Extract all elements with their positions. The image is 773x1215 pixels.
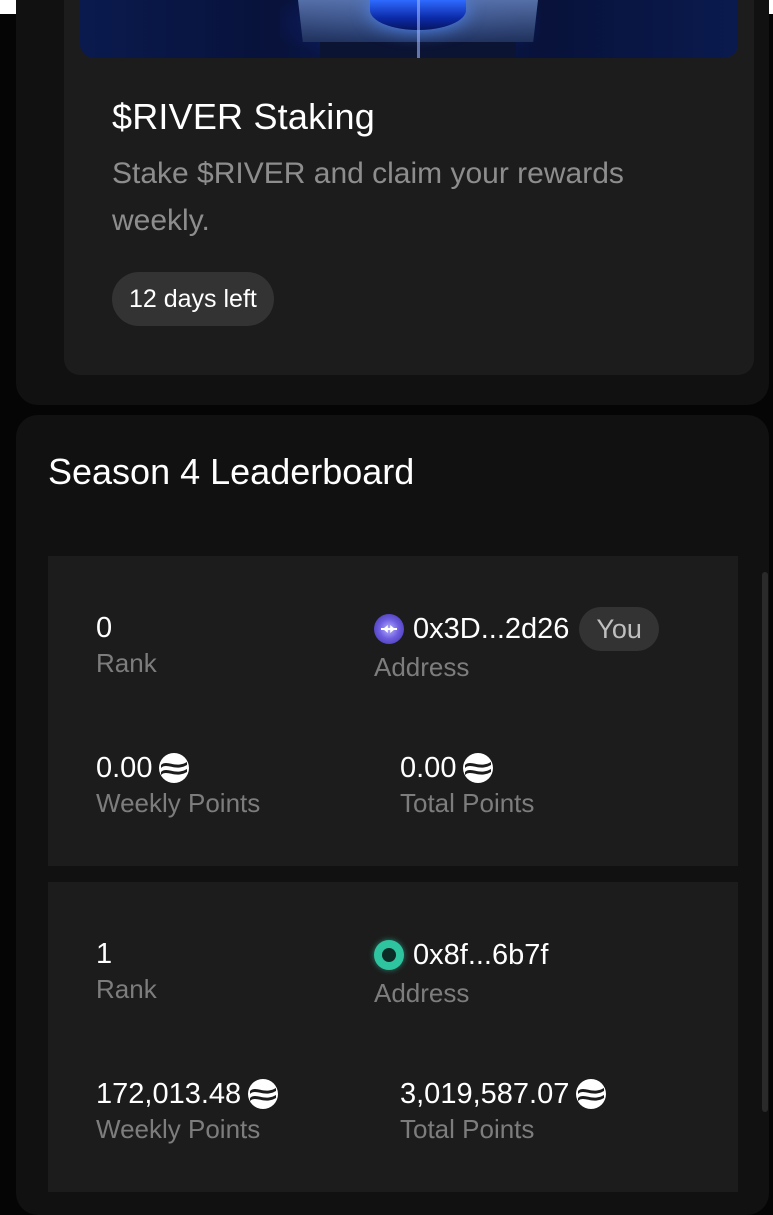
staking-section: $RIVER Staking Stake $RIVER and claim yo…	[16, 0, 769, 405]
leaderboard-title: Season 4 Leaderboard	[48, 451, 415, 492]
river-points-icon	[576, 1079, 607, 1109]
rank-value: 0	[96, 612, 113, 644]
river-points-icon	[463, 753, 494, 783]
days-left-badge: 12 days left	[112, 272, 274, 326]
staking-banner-image	[80, 0, 738, 58]
leaderboard-entry[interactable]: 1 Rank 0x8f...6b7f Address 172,013.48 We…	[48, 882, 738, 1192]
leaderboard-entry[interactable]: 0 Rank 0x3D...2d26 You Address 0.00 Week…	[48, 556, 738, 866]
teal-ring-avatar-icon	[374, 940, 404, 970]
weekly-points-label: Weekly Points	[96, 788, 261, 818]
address-value[interactable]: 0x8f...6b7f	[413, 939, 548, 972]
purple-diamond-avatar-icon	[374, 614, 404, 644]
rank-label: Rank	[96, 974, 157, 1004]
staking-description: Stake $RIVER and claim your rewards week…	[112, 157, 624, 237]
total-points-row: 0.00	[400, 748, 494, 788]
river-points-icon	[248, 1079, 279, 1109]
total-points-label: Total Points	[400, 1114, 535, 1144]
river-points-icon	[159, 753, 190, 783]
you-badge: You	[579, 607, 659, 651]
weekly-points-row: 0.00	[96, 748, 190, 788]
rank-value: 1	[96, 938, 113, 970]
address-row: 0x3D...2d26 You	[374, 606, 659, 652]
address-value[interactable]: 0x3D...2d26	[413, 613, 569, 646]
weekly-points-value: 172,013.48	[96, 1077, 242, 1110]
staking-title: $RIVER Staking	[112, 96, 375, 137]
staking-card[interactable]: $RIVER Staking Stake $RIVER and claim yo…	[64, 0, 754, 375]
rank-label: Rank	[96, 648, 157, 678]
weekly-points-row: 172,013.48	[96, 1074, 279, 1114]
total-points-value: 3,019,587.07	[400, 1077, 570, 1110]
total-points-row: 3,019,587.07	[400, 1074, 607, 1114]
weekly-points-label: Weekly Points	[96, 1114, 261, 1144]
address-label: Address	[374, 652, 470, 682]
address-row: 0x8f...6b7f	[374, 932, 548, 978]
total-points-value: 0.00	[400, 751, 457, 784]
weekly-points-value: 0.00	[96, 751, 153, 784]
scrollbar-thumb[interactable]	[762, 572, 768, 1112]
address-label: Address	[374, 978, 470, 1008]
total-points-label: Total Points	[400, 788, 535, 818]
